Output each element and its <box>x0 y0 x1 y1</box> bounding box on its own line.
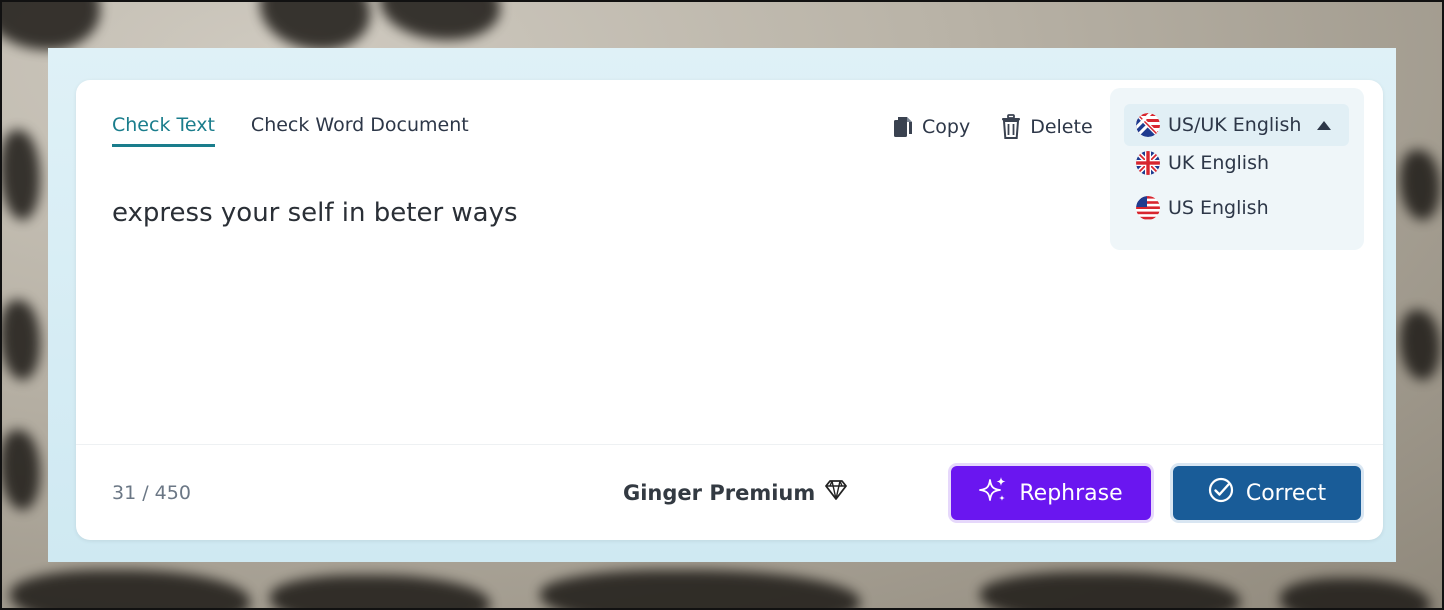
sparkle-icon <box>979 476 1007 510</box>
tab-bar: Check Text Check Word Document <box>112 114 469 147</box>
grammar-checker-card: Check Text Check Word Document Copy Dele… <box>76 80 1383 540</box>
text-input-area[interactable]: express your self in beter ways <box>112 198 518 228</box>
copy-icon <box>892 115 914 139</box>
copy-button[interactable]: Copy <box>892 114 970 140</box>
tab-check-text[interactable]: Check Text <box>112 114 215 147</box>
premium-label: Ginger Premium <box>623 480 816 505</box>
delete-label: Delete <box>1030 116 1093 138</box>
diamond-icon <box>825 480 848 505</box>
rephrase-label: Rephrase <box>1019 480 1123 506</box>
us-flag-icon <box>1136 196 1160 220</box>
correct-button[interactable]: Correct <box>1173 466 1361 520</box>
language-option-us[interactable]: US English <box>1136 196 1269 220</box>
language-selected-label: US/UK English <box>1168 114 1302 136</box>
caret-up-icon <box>1317 120 1331 130</box>
ginger-premium-link[interactable]: Ginger Premium <box>623 480 848 505</box>
correct-label: Correct <box>1245 480 1327 506</box>
copy-label: Copy <box>922 116 971 138</box>
check-circle-icon <box>1208 477 1234 509</box>
delete-button[interactable]: Delete <box>1000 114 1093 140</box>
editor-toolbar: Copy Delete <box>892 114 1093 140</box>
language-select[interactable]: US/UK English <box>1124 104 1349 146</box>
language-option-label: UK English <box>1168 152 1270 174</box>
uk-flag-icon <box>1136 151 1160 175</box>
language-option-label: US English <box>1168 197 1269 219</box>
trash-icon <box>1000 114 1022 140</box>
tab-check-word-document[interactable]: Check Word Document <box>251 114 469 147</box>
language-dropdown: US/UK English UK English US English <box>1110 88 1364 250</box>
footer-divider <box>76 444 1383 445</box>
language-option-uk[interactable]: UK English <box>1136 151 1269 175</box>
rephrase-button[interactable]: Rephrase <box>951 466 1151 520</box>
character-counter: 31 / 450 <box>112 482 191 504</box>
uk-us-flag-icon <box>1136 113 1160 137</box>
